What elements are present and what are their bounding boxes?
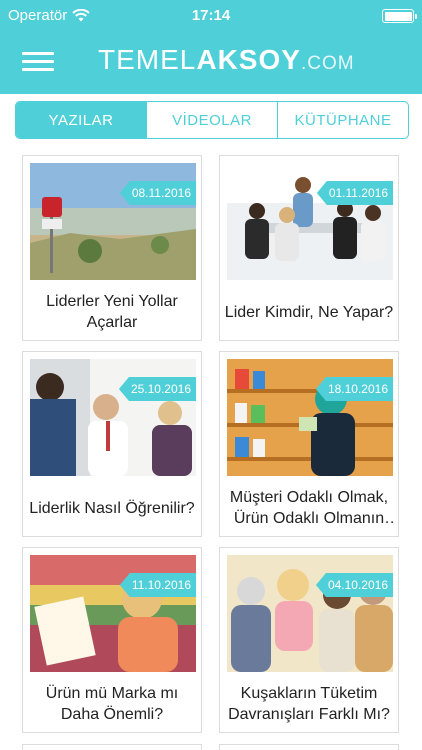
content-tabs: YAZILAR VİDEOLAR KÜTÜPHANE [15,101,409,139]
tab-yazilar[interactable]: YAZILAR [16,102,147,138]
post-thumbnail: 25.10.2016 [30,359,196,476]
post-thumbnail: 01.11.2016 [227,163,393,280]
post-date: 08.11.2016 [119,181,196,205]
app-header: Operatör 17:14 TEMELAKSOY.COM [0,0,422,94]
tab-kutuphane[interactable]: KÜTÜPHANE [278,102,408,138]
post-title: Kuşakların Tüketim Davranışları Farklı M… [228,685,390,723]
post-title: Müşteri Odaklı Olmak, Ürün Odaklı Olmanı… [229,489,389,527]
post-card-partial[interactable] [22,744,202,750]
site-logo: TEMELAKSOY.COM [98,44,355,75]
hamburger-menu-button[interactable] [22,52,54,71]
tab-videolar[interactable]: VİDEOLAR [147,102,278,138]
post-thumbnail: 11.10.2016 [30,555,196,672]
post-thumbnail: 18.10.2016 [227,359,393,476]
post-card[interactable]: 25.10.2016 Liderlik Nasıl Öğrenilir? [22,351,202,537]
post-title: Lider Kimdir, Ne Yapar? [224,303,394,321]
post-card[interactable]: 01.11.2016 Lider Kimdir, Ne Yapar? [219,155,399,341]
post-date: 18.10.2016 [315,377,393,401]
post-card[interactable]: 08.11.2016 Liderler Yeni Yollar Açarlar [22,155,202,341]
status-bar: Operatör 17:14 [0,0,422,30]
post-card[interactable]: 04.10.2016 Kuşakların Tüketim Davranışla… [219,547,399,733]
post-card[interactable]: 18.10.2016 Müşteri Odaklı Olmak, Ürün Od… [219,351,399,537]
post-date: 11.10.2016 [119,573,196,597]
post-date: 04.10.2016 [315,573,393,597]
post-thumbnail: 08.11.2016 [30,163,196,280]
post-date: 01.11.2016 [316,181,393,205]
post-card[interactable]: 11.10.2016 Ürün mü Marka mı Daha Önemli? [22,547,202,733]
post-card-partial[interactable] [219,744,399,750]
post-title: Liderler Yeni Yollar Açarlar [46,293,178,331]
post-date: 25.10.2016 [118,377,196,401]
status-time: 17:14 [191,7,231,24]
post-thumbnail: 04.10.2016 [227,555,393,672]
post-title: Liderlik Nasıl Öğrenilir? [29,499,195,517]
post-title: Ürün mü Marka mı Daha Önemli? [45,685,179,723]
battery-icon [382,9,417,23]
